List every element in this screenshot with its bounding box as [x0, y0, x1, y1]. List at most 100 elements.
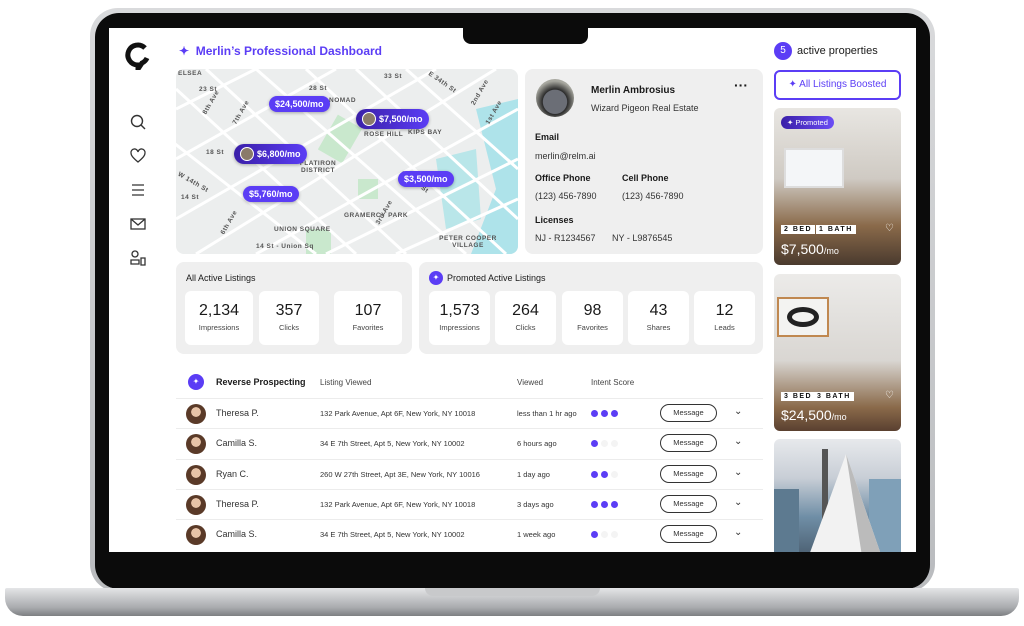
- heart-icon[interactable]: ♡: [885, 390, 894, 401]
- price-unit: /mo: [823, 246, 839, 256]
- prospecting-title: Reverse Prospecting: [216, 377, 306, 387]
- stat-clicks: 264 Clicks: [495, 291, 556, 345]
- table-row: Camilla S. 34 E 7th Street, Apt 5, New Y…: [176, 519, 763, 549]
- listing-address[interactable]: 34 E 7th Street, Apt 5, New York, NY 100…: [320, 439, 465, 448]
- office-phone-label: Office Phone: [535, 173, 591, 183]
- intent-dot: [601, 531, 608, 539]
- stat-label: Impressions: [439, 323, 480, 332]
- sparkle-icon: ✦: [179, 44, 196, 58]
- message-button[interactable]: Message: [660, 494, 717, 513]
- agent-avatar: [536, 79, 574, 117]
- sparkle-icon: ✦: [188, 374, 204, 390]
- stat-label: Impressions: [198, 323, 240, 332]
- dashboard-icon[interactable]: [129, 249, 147, 267]
- stat-impressions: 1,573 Impressions: [429, 291, 490, 345]
- dashboard-screen: ✦ Merlin’s Professional Dashboard ELSEA …: [109, 28, 916, 552]
- intent-score: [591, 500, 618, 508]
- avatar: [186, 525, 206, 546]
- map-label: 28 St: [309, 85, 328, 92]
- mail-icon[interactable]: [129, 215, 147, 233]
- property-price: $24,500/mo: [781, 407, 847, 423]
- viewed-time: 1 week ago: [517, 530, 556, 540]
- avatar: [186, 404, 206, 424]
- map-pin[interactable]: $7,500/mo: [356, 109, 429, 129]
- message-button[interactable]: Message: [660, 404, 717, 422]
- avatar: [186, 494, 206, 515]
- column-header: Viewed: [517, 378, 544, 387]
- agent-profile-card: Merlin Ambrosius Wizard Pigeon Real Esta…: [525, 69, 763, 254]
- map-pin[interactable]: $24,500/mo: [269, 96, 330, 112]
- message-button[interactable]: Message: [660, 464, 717, 483]
- stat-value: 43: [649, 302, 668, 319]
- listing-address[interactable]: 132 Park Avenue, Apt 6F, New York, NY 10…: [320, 409, 475, 418]
- intent-score: [591, 470, 618, 478]
- stat-impressions: 2,134 Impressions: [185, 291, 253, 345]
- property-card[interactable]: ✦ Promoted 2 BED 1 BATH ♡ $7,500/mo: [774, 108, 901, 265]
- stat-value: 1,573: [439, 302, 480, 319]
- table-row: Theresa P. 132 Park Avenue, Apt 6F, New …: [176, 488, 763, 519]
- email-value[interactable]: merlin@relm.ai: [535, 151, 596, 161]
- chevron-down-icon[interactable]: ⌄: [734, 406, 742, 417]
- stat-label: Favorites: [577, 323, 608, 332]
- prospect-name: Camilla S.: [216, 529, 258, 540]
- intent-dot: [601, 470, 608, 478]
- chevron-down-icon[interactable]: ⌄: [734, 497, 742, 508]
- pin-price: $3,500/mo: [404, 174, 448, 184]
- listings-map[interactable]: ELSEA NOMAD ROSE HILL KIPS BAY FLATIRON …: [176, 69, 518, 254]
- prospecting-header: ✦ Reverse Prospecting Listing Viewed Vie…: [176, 368, 763, 398]
- chevron-down-icon[interactable]: ⌄: [734, 467, 742, 478]
- stat-value: 357: [275, 302, 303, 319]
- search-icon[interactable]: [129, 113, 147, 131]
- menu-icon[interactable]: [129, 181, 147, 199]
- intent-dot: [611, 470, 618, 478]
- heart-icon[interactable]: [129, 147, 147, 165]
- stat-label: Leads: [714, 323, 735, 332]
- map-pin[interactable]: $6,800/mo: [234, 144, 307, 164]
- intent-dot: [591, 410, 598, 417]
- stat-shares: 43 Shares: [628, 291, 689, 345]
- bed-badge: 2 BED: [781, 225, 816, 234]
- all-listings-boosted-button[interactable]: ✦ All Listings Boosted: [774, 70, 901, 100]
- heart-icon[interactable]: ♡: [885, 223, 894, 234]
- more-options-icon[interactable]: ···: [734, 77, 748, 93]
- stat-label: Clicks: [515, 323, 536, 332]
- agent-name: Merlin Ambrosius: [591, 85, 676, 96]
- chevron-down-icon[interactable]: ⌄: [734, 436, 742, 447]
- listing-address[interactable]: 132 Park Avenue, Apt 6F, New York, NY 10…: [320, 500, 475, 509]
- prospect-name: Theresa P.: [216, 408, 259, 418]
- stat-favorites: 98 Favorites: [562, 291, 623, 345]
- map-label: UNION SQUARE: [274, 226, 331, 233]
- laptop-groove: [425, 588, 600, 596]
- column-header: Listing Viewed: [320, 378, 372, 387]
- bed-badge: 3 BED: [781, 392, 816, 401]
- property-card[interactable]: 3 BED 3 BATH ♡ $24,500/mo: [774, 274, 901, 431]
- map-label: ROSE HILL: [364, 131, 404, 138]
- page-title: ✦ Merlin’s Professional Dashboard: [179, 44, 382, 58]
- chevron-down-icon[interactable]: ⌄: [734, 527, 742, 538]
- intent-dot: [601, 500, 608, 508]
- prospect-name: Ryan C.: [216, 468, 249, 479]
- listing-address[interactable]: 260 W 27th Street, Apt 3E, New York, NY …: [320, 470, 480, 479]
- price-unit: /mo: [831, 412, 847, 422]
- licenses-label: Licenses: [535, 215, 574, 225]
- sparkle-icon: ✦: [788, 79, 800, 90]
- promoted-badge: ✦ Promoted: [781, 116, 834, 129]
- promoted-title: Promoted Active Listings: [447, 273, 546, 283]
- message-button[interactable]: Message: [660, 434, 717, 453]
- logo-icon: [125, 42, 150, 70]
- intent-dot: [591, 500, 598, 508]
- intent-dot: [611, 500, 618, 508]
- intent-dot: [591, 470, 598, 478]
- artwork-stroke: [787, 307, 819, 327]
- page-title-text: Merlin’s Professional Dashboard: [195, 44, 383, 58]
- all-listings-title: All Active Listings: [186, 273, 256, 283]
- map-pin[interactable]: $3,500/mo: [398, 171, 454, 187]
- stat-value: 12: [715, 302, 734, 319]
- message-button[interactable]: Message: [660, 525, 717, 544]
- listing-address[interactable]: 34 E 7th Street, Apt 5, New York, NY 100…: [320, 530, 465, 539]
- property-card[interactable]: [774, 439, 901, 552]
- email-label: Email: [535, 132, 560, 142]
- intent-dot: [591, 531, 598, 539]
- table-row: Ryan C. 260 W 27th Street, Apt 3E, New Y…: [176, 458, 763, 489]
- map-pin[interactable]: $5,760/mo: [243, 186, 299, 202]
